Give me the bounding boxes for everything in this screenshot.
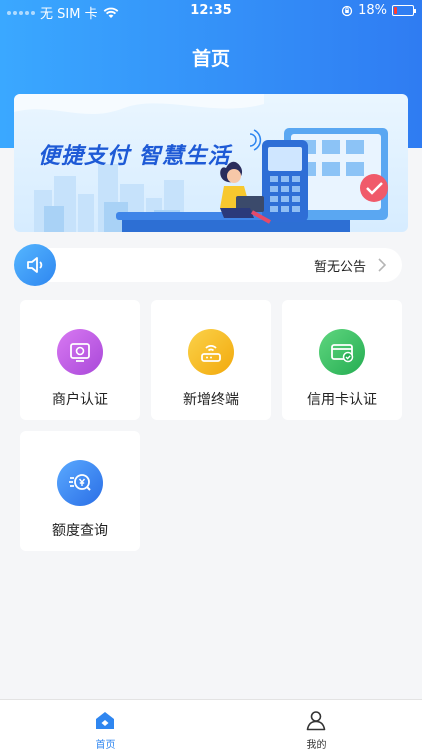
credit-card-certification-tile[interactable]: 信用卡认证 <box>282 300 402 420</box>
profile-icon <box>306 711 326 731</box>
tab-home-label: 首页 <box>95 740 116 750</box>
page-title: 首页 <box>191 48 230 70</box>
merchant-certification-tile[interactable]: 商户认证 <box>20 300 140 420</box>
orientation-lock-icon <box>341 5 353 16</box>
tile-label: 信用卡认证 <box>307 392 377 408</box>
merchant-certification-icon <box>57 329 103 375</box>
bottom-tab-bar: 首页 我的 <box>0 699 422 750</box>
promo-banner[interactable]: 便捷支付 智慧生活 <box>14 94 408 232</box>
announcement-text: 暂无公告 <box>313 260 366 275</box>
tab-profile[interactable]: 我的 <box>211 700 422 750</box>
battery-icon <box>392 5 416 16</box>
tile-label: 新增终端 <box>183 392 239 408</box>
credit-card-certification-icon <box>319 329 365 375</box>
add-terminal-tile[interactable]: 新增终端 <box>151 300 271 420</box>
banner-slogan: 便捷支付 智慧生活 <box>38 144 231 169</box>
tab-profile-label: 我的 <box>306 740 327 750</box>
battery-fill <box>394 7 397 14</box>
chevron-right-icon <box>378 258 386 272</box>
tile-label: 商户认证 <box>52 392 108 408</box>
status-bar: 无 SIM 卡 12:35 18% <box>0 0 422 22</box>
home-icon <box>96 712 114 729</box>
add-terminal-icon <box>188 329 234 375</box>
battery-percent: 18% <box>358 3 387 18</box>
tab-home[interactable]: 首页 <box>0 700 211 750</box>
status-right: 18% <box>341 3 416 18</box>
announcement-bar[interactable]: 暂无公告 <box>14 244 402 286</box>
quota-query-icon <box>57 460 103 506</box>
quota-query-tile[interactable]: 额度查询 <box>20 431 140 551</box>
tile-label: 额度查询 <box>52 523 108 539</box>
speaker-icon <box>14 244 56 286</box>
